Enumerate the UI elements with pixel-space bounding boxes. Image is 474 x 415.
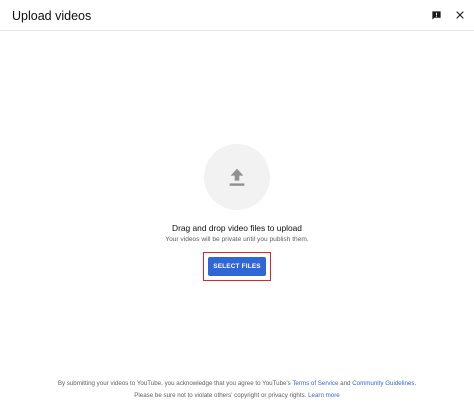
upload-drop-area[interactable] <box>204 144 270 210</box>
dialog-title: Upload videos <box>12 9 92 23</box>
feedback-icon[interactable] <box>429 8 443 22</box>
community-guidelines-link[interactable]: Community Guidelines <box>352 380 414 387</box>
footer-terms-prefix: By submitting your videos to YouTube, yo… <box>57 380 293 387</box>
footer-terms-text: By submitting your videos to YouTube, yo… <box>0 380 474 387</box>
footer-period: . <box>414 380 417 387</box>
select-files-button[interactable]: SELECT FILES <box>208 257 266 276</box>
footer-and-text: and <box>338 380 353 387</box>
close-icon[interactable] <box>453 8 467 22</box>
learn-more-link[interactable]: Learn more <box>308 392 340 399</box>
privacy-note: Your videos will be private until you pu… <box>165 236 309 243</box>
footer-copyright-prefix: Please be sure not to violate others' co… <box>134 392 309 399</box>
drag-drop-instruction: Drag and drop video files to upload <box>172 223 302 233</box>
terms-of-service-link[interactable]: Terms of Service <box>292 380 338 387</box>
upload-dialog: Upload videos Drag and drop video files … <box>0 0 474 415</box>
footer-copyright-text: Please be sure not to violate others' co… <box>0 392 474 399</box>
upload-arrow-icon <box>229 168 245 186</box>
dialog-header: Upload videos <box>0 0 474 31</box>
